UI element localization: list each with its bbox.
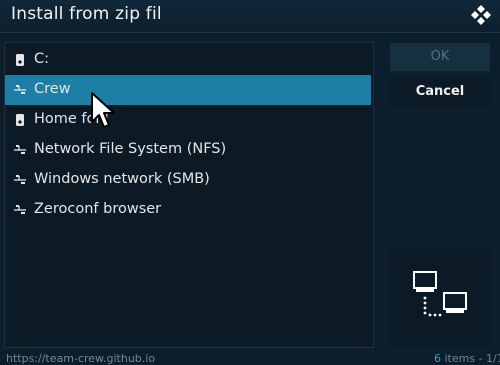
network-source-icon [14, 205, 26, 214]
network-source-icon [14, 145, 26, 154]
list-item-zeroconf[interactable]: Zeroconf browser [5, 195, 371, 225]
cancel-button[interactable]: Cancel [390, 78, 490, 106]
dialog-title: Install from zip fil [11, 4, 162, 24]
drive-icon [16, 54, 24, 66]
list-item-label: Zeroconf browser [34, 201, 162, 217]
list-item-smb[interactable]: Windows network (SMB) [5, 165, 371, 195]
file-source-list: C: Crew Home fold Network File System (N… [4, 42, 374, 348]
title-bar: Install from zip fil [0, 0, 500, 33]
drive-icon [16, 114, 24, 126]
list-item-label: Windows network (SMB) [34, 171, 210, 187]
list-item-label: Network File System (NFS) [34, 141, 227, 157]
source-url: https://team-crew.github.io [6, 352, 156, 365]
list-item-nfs[interactable]: Network File System (NFS) [5, 135, 371, 165]
list-item-label: C: [34, 51, 50, 67]
kodi-logo-icon [471, 5, 491, 25]
item-count-text: items - 1/1 [441, 352, 500, 365]
network-computers-icon [413, 271, 467, 317]
mouse-pointer-icon [91, 92, 115, 128]
list-item-c-drive[interactable]: C: [5, 45, 371, 75]
network-source-icon [14, 175, 26, 184]
status-bar: https://team-crew.github.io 6 items - 1/… [0, 351, 500, 365]
list-item-crew[interactable]: Crew [5, 75, 371, 105]
item-count-number: 6 [434, 352, 441, 365]
item-count: 6 items - 1/1 [434, 352, 500, 365]
network-source-icon [14, 85, 26, 94]
preview-panel [390, 247, 490, 346]
ok-button[interactable]: OK [390, 43, 490, 71]
list-item-home-folder[interactable]: Home fold [5, 105, 371, 135]
list-item-label: Crew [34, 81, 71, 97]
